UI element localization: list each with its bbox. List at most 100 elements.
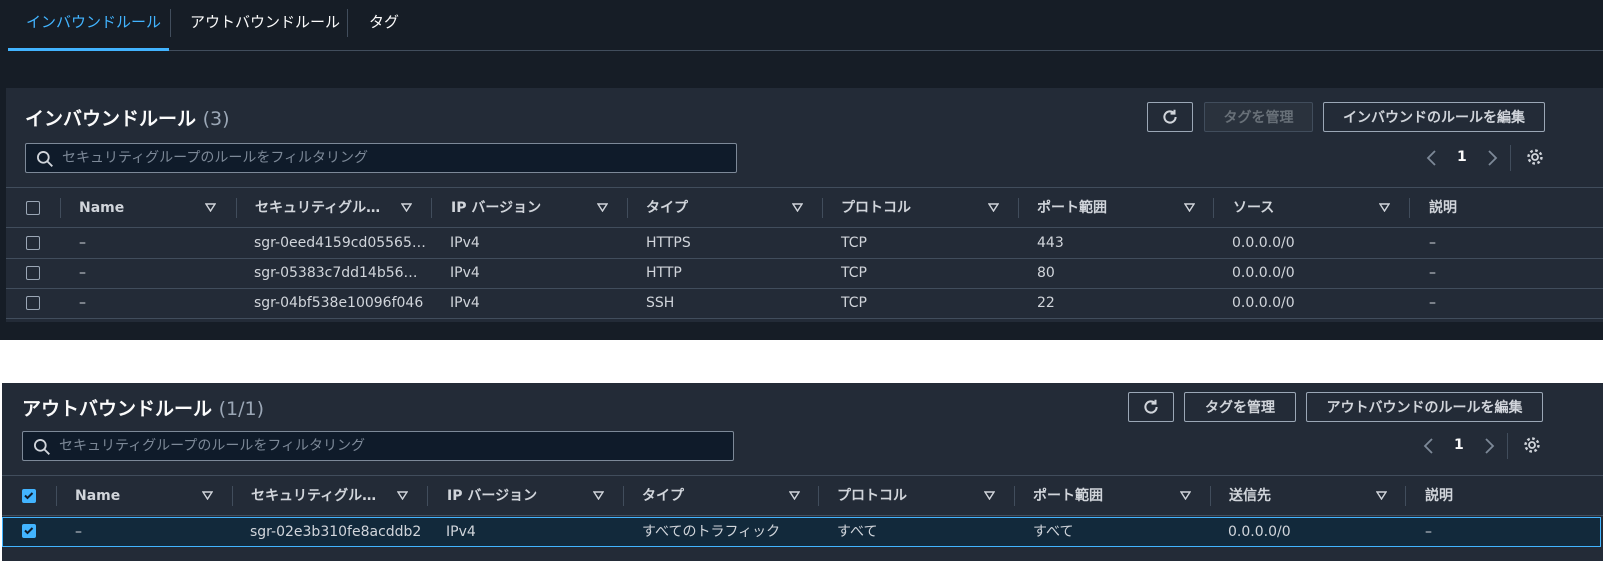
edit-inbound-rules-button[interactable]: インバウンドのルールを編集 — [1323, 102, 1545, 132]
column-header-port-range[interactable]: ポート範囲 — [1037, 188, 1107, 228]
table-header: Name セキュリティグル… IP バージョン タイプ プロトコル ポート範囲 … — [2, 475, 1603, 516]
column-header-protocol[interactable]: プロトコル — [841, 188, 911, 228]
column-separator — [623, 486, 624, 506]
cell-destination: 0.0.0.0/0 — [1228, 524, 1291, 540]
previous-page-icon[interactable] — [1421, 436, 1437, 456]
sort-down-icon[interactable] — [984, 491, 995, 500]
sort-down-icon[interactable] — [1379, 203, 1390, 212]
gear-icon[interactable] — [1525, 147, 1545, 167]
sort-down-icon[interactable] — [593, 491, 604, 500]
sort-down-icon[interactable] — [792, 203, 803, 212]
cell-port-range: 80 — [1037, 265, 1055, 281]
gear-icon[interactable] — [1522, 435, 1542, 455]
inbound-rules-panel: インバウンドルール (3) タグを管理 インバウンドのルールを編集 セキュリティ… — [6, 88, 1603, 322]
sort-down-icon[interactable] — [597, 203, 608, 212]
cell-sgr[interactable]: sgr-04bf538e10096f046 — [254, 289, 423, 318]
tab-bar: インバウンドルール アウトバウンドルール タグ — [8, 0, 1603, 51]
cell-type: HTTPS — [646, 235, 691, 251]
panel-title: インバウンドルール (3) — [25, 104, 230, 131]
outbound-rules-panel: アウトバウンドルール (1/1) タグを管理 アウトバウンドのルールを編集 セキ… — [2, 383, 1603, 561]
current-page[interactable]: 1 — [1457, 149, 1467, 165]
column-header-description[interactable]: 説明 — [1425, 476, 1453, 516]
refresh-button[interactable] — [1128, 392, 1174, 422]
cell-ip-version: IPv4 — [450, 235, 480, 251]
sort-down-icon[interactable] — [988, 203, 999, 212]
row-checkbox[interactable] — [22, 524, 36, 538]
column-separator — [818, 486, 819, 506]
manage-tags-button[interactable]: タグを管理 — [1184, 392, 1296, 422]
table-row[interactable]: – sgr-04bf538e10096f046 IPv4 SSH TCP 22 … — [6, 289, 1603, 319]
table-row[interactable]: – sgr-05383c7dd14b56… IPv4 HTTP TCP 80 0… — [6, 259, 1603, 289]
cell-type: HTTP — [646, 265, 682, 281]
filter-search-input[interactable]: セキュリティグループのルールをフィルタリング — [25, 143, 737, 173]
column-header-source[interactable]: ソース — [1233, 188, 1274, 228]
sort-down-icon[interactable] — [1376, 491, 1387, 500]
column-header-sgr[interactable]: セキュリティグル… — [255, 188, 380, 228]
cell-name: – — [75, 524, 82, 540]
column-header-type[interactable]: タイプ — [642, 476, 684, 516]
column-header-type[interactable]: タイプ — [646, 188, 688, 228]
column-header-sgr[interactable]: セキュリティグル… — [251, 476, 376, 516]
cell-port-range: 22 — [1037, 295, 1055, 311]
table-row-selected[interactable]: – sgr-02e3b310fe8acddb2 IPv4 すべてのトラフィック … — [2, 517, 1601, 547]
column-separator — [427, 486, 428, 506]
cell-source: 0.0.0.0/0 — [1232, 295, 1295, 311]
next-page-icon[interactable] — [1484, 148, 1500, 168]
column-header-port-range[interactable]: ポート範囲 — [1033, 476, 1103, 516]
sort-down-icon[interactable] — [401, 203, 412, 212]
table-row[interactable]: – sgr-0eed4159cd05565… IPv4 HTTPS TCP 44… — [6, 229, 1603, 259]
filter-search-input[interactable]: セキュリティグループのルールをフィルタリング — [22, 431, 734, 461]
refresh-button[interactable] — [1147, 102, 1193, 132]
cell-sgr[interactable]: sgr-05383c7dd14b56… — [254, 259, 418, 288]
cell-port-range: 443 — [1037, 235, 1064, 251]
tab-outbound-rules[interactable]: アウトバウンドルール — [172, 0, 358, 51]
cell-sgr[interactable]: sgr-02e3b310fe8acddb2 — [250, 518, 421, 547]
column-separator — [236, 198, 237, 218]
column-header-protocol[interactable]: プロトコル — [837, 476, 907, 516]
column-header-ip-version[interactable]: IP バージョン — [447, 476, 537, 516]
sort-down-icon[interactable] — [789, 491, 800, 500]
edit-outbound-rules-button[interactable]: アウトバウンドのルールを編集 — [1306, 392, 1543, 422]
select-all-checkbox[interactable] — [26, 201, 40, 215]
search-placeholder: セキュリティグループのルールをフィルタリング — [62, 150, 369, 166]
row-checkbox[interactable] — [26, 296, 40, 310]
rule-count: (1/1) — [218, 398, 265, 420]
tab-separator — [347, 9, 348, 37]
cell-sgr[interactable]: sgr-0eed4159cd05565… — [254, 229, 426, 258]
tab-tags[interactable]: タグ — [351, 0, 417, 51]
sort-down-icon[interactable] — [1184, 203, 1195, 212]
current-page[interactable]: 1 — [1454, 437, 1464, 453]
tab-inbound-rules[interactable]: インバウンドルール — [8, 0, 169, 51]
row-checkbox[interactable] — [26, 236, 40, 250]
panel-title: アウトバウンドルール (1/1) — [22, 394, 264, 421]
cell-ip-version: IPv4 — [450, 265, 480, 281]
previous-page-icon[interactable] — [1424, 148, 1440, 168]
sort-down-icon[interactable] — [205, 203, 216, 212]
column-separator — [1409, 198, 1410, 218]
column-header-name[interactable]: Name — [79, 188, 124, 228]
outbound-title: アウトバウンドルール — [22, 398, 213, 420]
search-icon — [34, 439, 50, 455]
search-placeholder: セキュリティグループのルールをフィルタリング — [59, 438, 366, 454]
column-header-destination[interactable]: 送信先 — [1229, 476, 1271, 516]
column-header-name[interactable]: Name — [75, 476, 120, 516]
column-separator — [60, 198, 61, 218]
cell-type: すべてのトラフィック — [642, 524, 781, 540]
sort-down-icon[interactable] — [1180, 491, 1191, 500]
table-header: Name セキュリティグル… IP バージョン タイプ プロトコル ポート範囲 … — [6, 187, 1603, 228]
column-separator — [627, 198, 628, 218]
cell-description: – — [1429, 235, 1436, 251]
manage-tags-button[interactable]: タグを管理 — [1204, 102, 1313, 132]
column-header-description[interactable]: 説明 — [1429, 188, 1457, 228]
select-all-checkbox[interactable] — [22, 489, 36, 503]
rule-count: (3) — [202, 108, 230, 130]
column-header-ip-version[interactable]: IP バージョン — [451, 188, 541, 228]
next-page-icon[interactable] — [1481, 436, 1497, 456]
sort-down-icon[interactable] — [397, 491, 408, 500]
checkmark-icon — [24, 527, 34, 535]
pager-separator — [1510, 145, 1511, 171]
row-checkbox[interactable] — [26, 266, 40, 280]
column-separator — [1014, 486, 1015, 506]
column-separator — [56, 486, 57, 506]
sort-down-icon[interactable] — [202, 491, 213, 500]
